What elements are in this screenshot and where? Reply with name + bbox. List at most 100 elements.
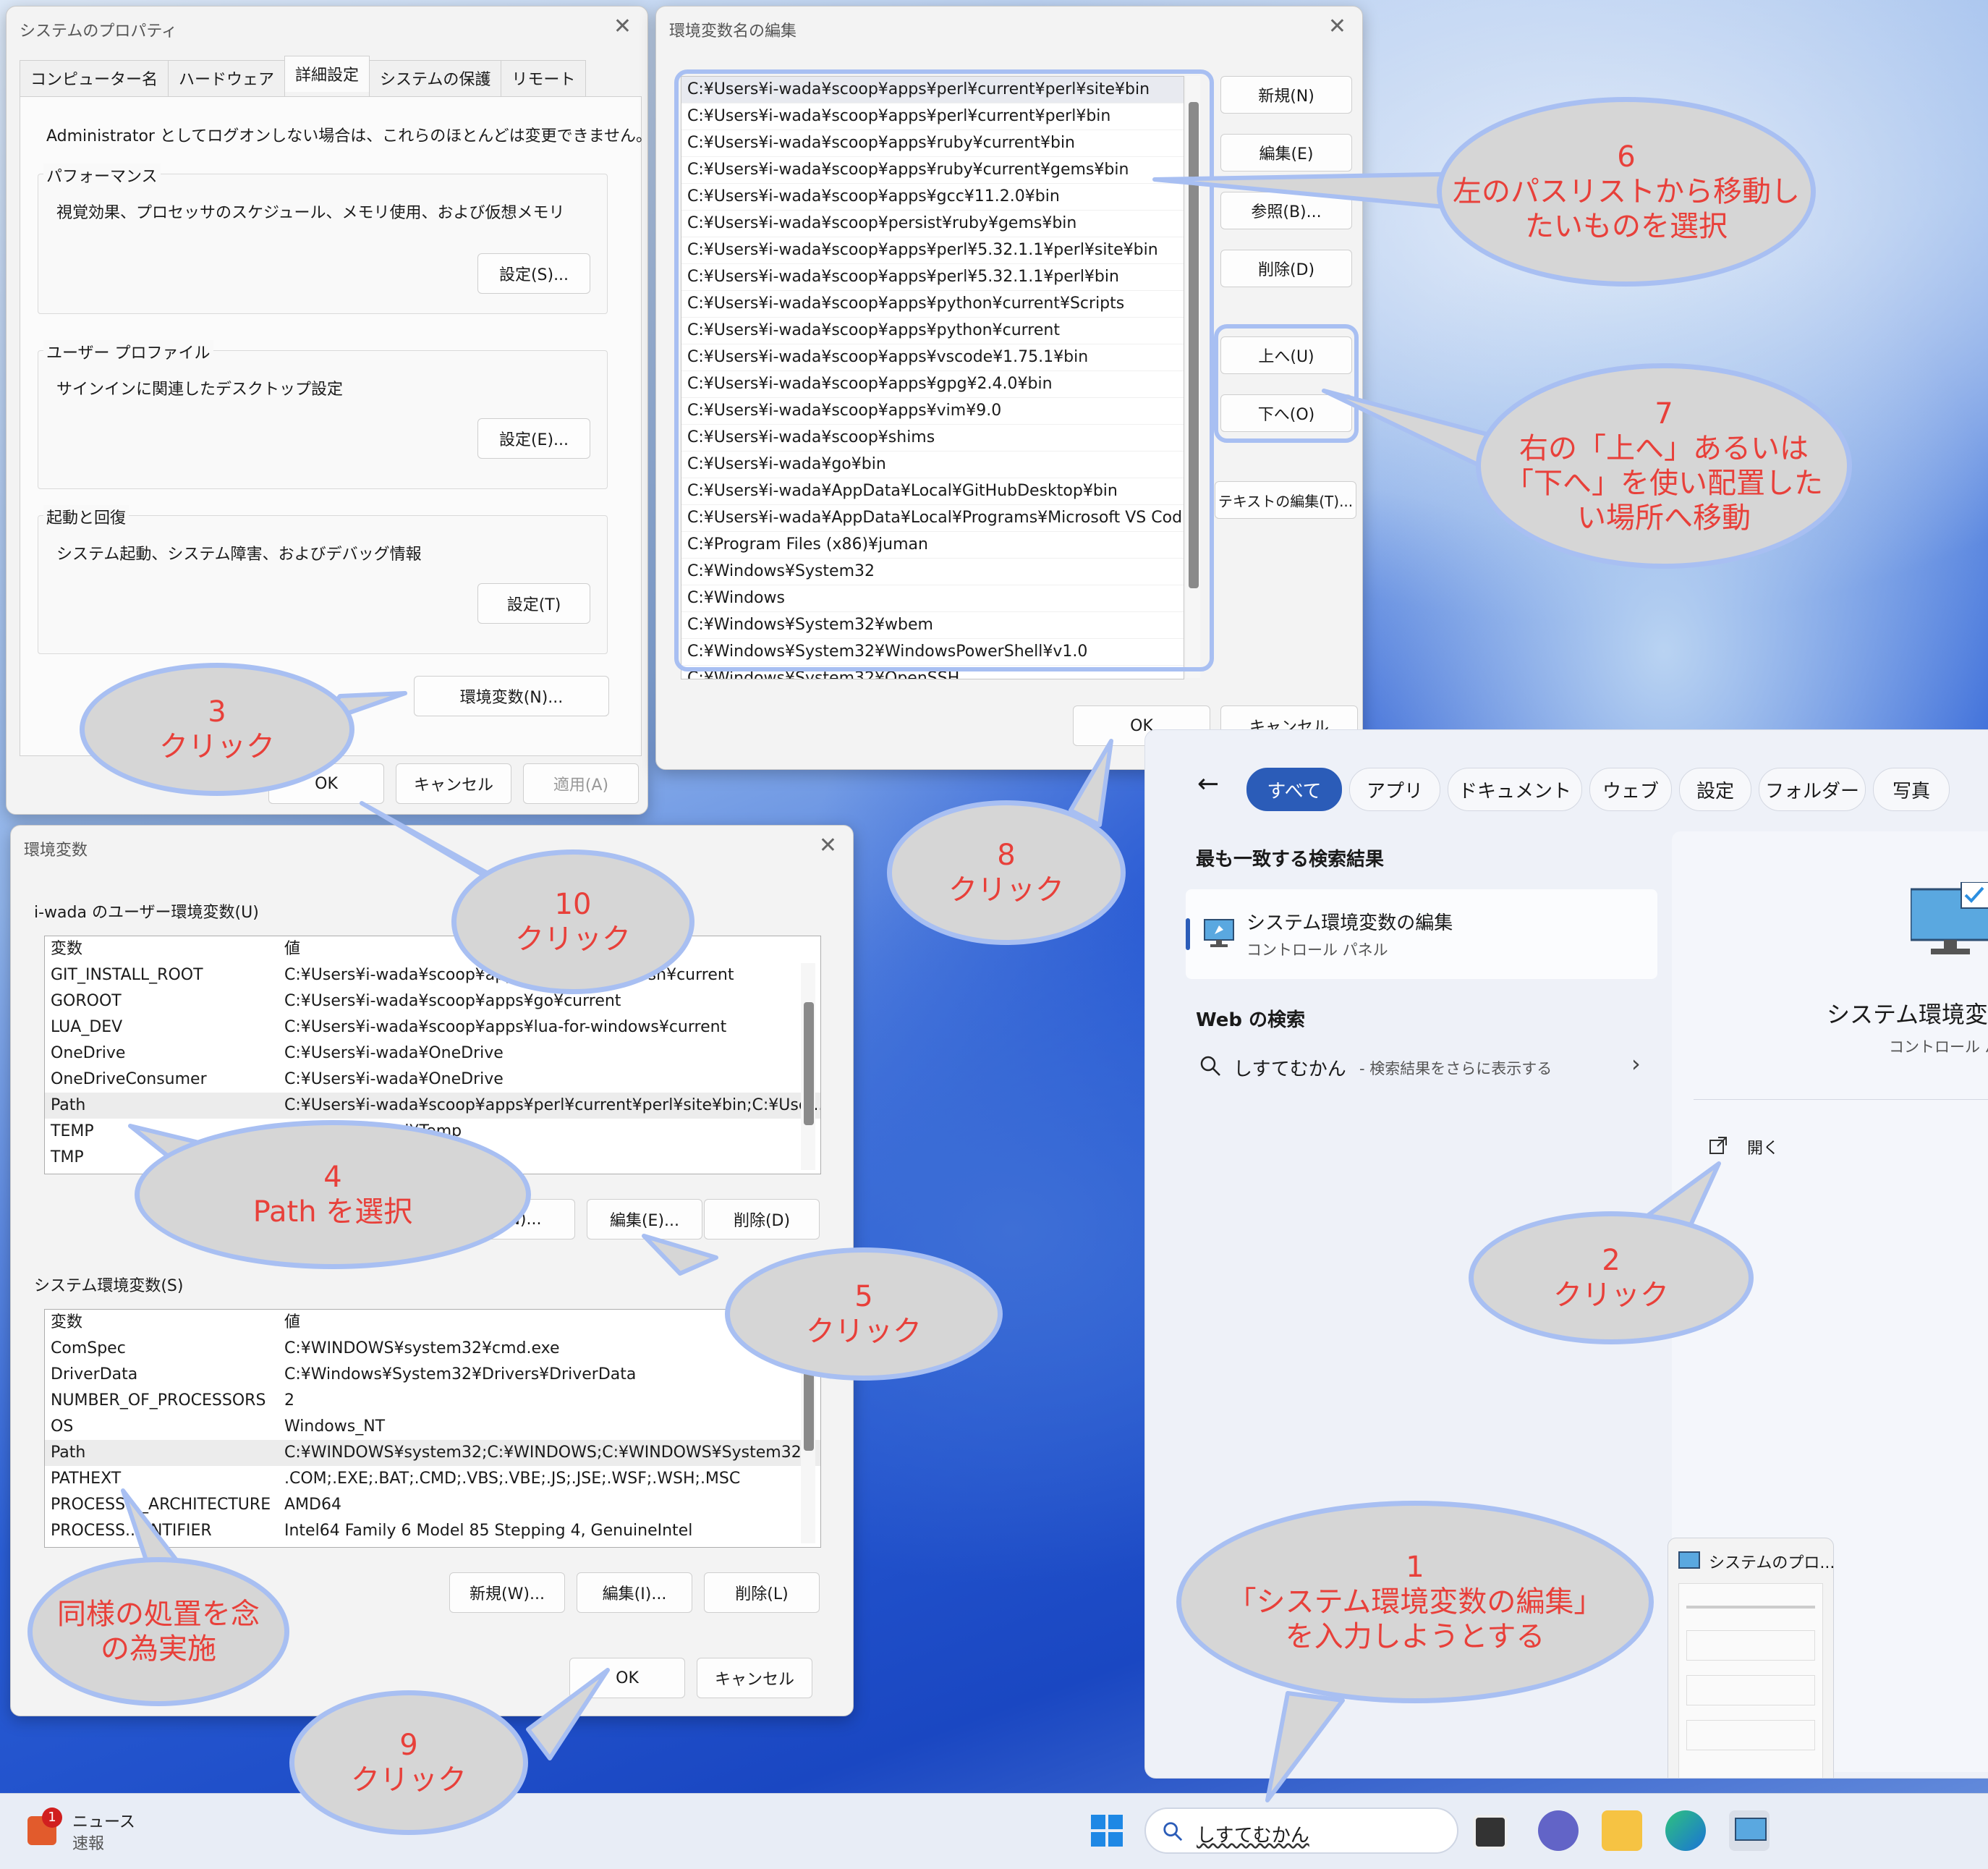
open-action[interactable]: 開く	[1708, 1128, 1925, 1164]
system-delete-button[interactable]: 削除(L)	[704, 1572, 820, 1613]
ok-button[interactable]: OK	[569, 1658, 685, 1698]
startup-recovery-label: 起動と回復	[43, 505, 129, 528]
preview-title: システムのプロ...	[1709, 1554, 1835, 1572]
annotation-text-line: クリック	[1553, 1279, 1669, 1312]
tab-hardware[interactable]: ハードウェア	[168, 60, 286, 96]
edit-text-button[interactable]: テキストの編集(T)...	[1215, 481, 1356, 519]
task-view-icon[interactable]	[1473, 1815, 1508, 1849]
tab-remote[interactable]: リモート	[501, 60, 587, 96]
table-row[interactable]: PROCESS..._ARCHITECTURE AMD64	[45, 1492, 820, 1518]
user-edit-button[interactable]: 編集(E)...	[587, 1199, 702, 1239]
annotation-same-for-system: 同様の処置を念 の為実施	[27, 1557, 289, 1706]
annotation-number: 3	[208, 695, 226, 729]
apply-button[interactable]: 適用(A)	[523, 763, 639, 804]
user-profile-desc: サインインに関連したデスクトップ設定	[56, 381, 344, 399]
new-button[interactable]: 新規(N)	[1220, 76, 1352, 114]
web-search-result[interactable]: しすてむかん - 検索結果をさらに表示する ›	[1186, 1040, 1657, 1090]
system-new-button[interactable]: 新規(W)...	[449, 1572, 565, 1613]
performance-desc: 視覚効果、プロセッサのスケジュール、メモリ使用、および仮想メモリ	[56, 204, 565, 222]
table-row[interactable]: Path C:¥WINDOWS¥system32;C:¥WINDOWS;C:¥WI…	[45, 1440, 820, 1466]
tab-system-protection[interactable]: システムの保護	[369, 60, 502, 96]
chip-folders[interactable]: フォルダー	[1759, 768, 1866, 811]
tab-bar: コンピューター名 ハードウェア 詳細設定 システムの保護 リモート	[20, 56, 587, 96]
column-variable: 変数	[51, 1313, 83, 1331]
user-profile-label: ユーザー プロファイル	[43, 340, 213, 363]
variable-value: C:¥Users¥i-wada¥OneDrive	[284, 1070, 504, 1088]
notification-badge: 1	[42, 1807, 62, 1828]
browse-button[interactable]: 参照(B)...	[1220, 192, 1352, 229]
environment-variables-button[interactable]: 環境変数(N)...	[414, 676, 609, 716]
annotation-9: 9 クリック	[289, 1690, 528, 1835]
annotation-text-line: い場所へ移動	[1577, 501, 1751, 535]
cancel-button[interactable]: キャンセル	[396, 763, 511, 804]
annotation-2: 2 クリック	[1469, 1211, 1754, 1344]
table-row[interactable]: ComSpec C:¥WINDOWS¥system32¥cmd.exe	[45, 1336, 820, 1362]
chip-settings[interactable]: 設定	[1679, 768, 1751, 811]
table-row[interactable]: GOROOT C:¥Users¥i-wada¥scoop¥apps¥go¥curr…	[45, 988, 820, 1014]
taskbar-search-text: しすてむかん	[1197, 1825, 1309, 1847]
preview-image	[1678, 1583, 1823, 1778]
web-search-query: しすてむかん	[1233, 1059, 1346, 1080]
variable-value: C:¥WINDOWS¥system32;C:¥WINDOWS;C:¥WINDOW…	[284, 1444, 817, 1462]
best-match-result[interactable]: システム環境変数の編集 コントロール パネル	[1186, 889, 1657, 979]
window-preview-thumbnail[interactable]: システムのプロ...	[1668, 1538, 1835, 1778]
taskbar-search-box[interactable]: しすてむかん	[1144, 1807, 1458, 1854]
annotation-5: 5 クリック	[725, 1247, 1003, 1381]
edit-button[interactable]: 編集(E)	[1220, 134, 1352, 171]
news-title: ニュース	[72, 1813, 135, 1831]
table-row[interactable]: OS Windows_NT	[45, 1414, 820, 1440]
chip-photos[interactable]: 写真	[1873, 768, 1950, 811]
table-row[interactable]: Path C:¥Users¥i-wada¥scoop¥apps¥perl¥curr…	[45, 1093, 820, 1119]
table-row[interactable]: OneDriveConsumer C:¥Users¥i-wada¥OneDrive	[45, 1067, 820, 1093]
annotation-text-line: 右の「上へ」あるいは	[1519, 432, 1809, 465]
best-match-label: 最も一致する検索結果	[1196, 849, 1385, 870]
back-arrow-icon[interactable]: ←	[1197, 769, 1219, 799]
news-widget[interactable]: 1 ニュース 速報	[25, 1807, 135, 1854]
variable-name: LUA_DEV	[51, 1018, 123, 1036]
variable-value: C:¥Users¥i-wada¥scoop¥apps¥lua-for-windo…	[284, 1018, 727, 1036]
file-explorer-icon[interactable]	[1602, 1810, 1642, 1851]
table-row[interactable]: LUA_DEV C:¥Users¥i-wada¥scoop¥apps¥lua-fo…	[45, 1014, 820, 1041]
table-row[interactable]: PATHEXT .COM;.EXE;.BAT;.CMD;.VBS;.VBE;.JS…	[45, 1466, 820, 1492]
annotation-number: 8	[997, 839, 1016, 872]
system-edit-button[interactable]: 編集(I)...	[577, 1572, 692, 1613]
table-row[interactable]: PROCESS...ENTIFIER Intel64 Family 6 Model…	[45, 1518, 820, 1544]
annotation-7: 7 右の「上へ」あるいは 「下へ」を使い配置した い場所へ移動	[1476, 363, 1852, 569]
tab-advanced[interactable]: 詳細設定	[284, 56, 370, 92]
variable-value: C:¥Users¥i-wada¥scoop¥apps¥perl¥current¥…	[284, 1096, 820, 1114]
table-row[interactable]: DriverData C:¥Windows¥System32¥Drivers¥Dr…	[45, 1362, 820, 1388]
chip-all[interactable]: すべて	[1246, 768, 1342, 811]
user-profile-settings-button[interactable]: 設定(E)...	[477, 418, 590, 459]
user-delete-button[interactable]: 削除(D)	[704, 1199, 820, 1239]
chip-apps[interactable]: アプリ	[1349, 768, 1440, 811]
close-icon[interactable]: ✕	[819, 833, 837, 858]
system-vars-table[interactable]: 変数 値 ComSpec C:¥WINDOWS¥system32¥cmd.exe D…	[44, 1309, 821, 1548]
chip-documents[interactable]: ドキュメント	[1448, 768, 1582, 811]
teams-chat-icon[interactable]	[1538, 1810, 1579, 1851]
cancel-button[interactable]: キャンセル	[697, 1658, 812, 1698]
user-vars-scroll-thumb[interactable]	[804, 1002, 814, 1125]
variable-value: C:¥Users¥i-wada¥OneDrive	[284, 1044, 504, 1062]
chip-web[interactable]: ウェブ	[1589, 768, 1672, 811]
variable-name: DriverData	[51, 1365, 138, 1383]
windows-start-icon[interactable]	[1089, 1813, 1124, 1848]
annotation-text-line: クリック	[806, 1315, 922, 1348]
delete-button[interactable]: 削除(D)	[1220, 250, 1352, 287]
close-icon[interactable]: ✕	[613, 14, 632, 39]
control-panel-icon[interactable]	[1729, 1810, 1770, 1851]
edge-browser-icon[interactable]	[1665, 1810, 1706, 1851]
tab-computer-name[interactable]: コンピューター名	[20, 60, 169, 96]
annotation-number: 10	[554, 888, 592, 921]
startup-recovery-settings-button[interactable]: 設定(T)	[477, 583, 590, 624]
performance-settings-button[interactable]: 設定(S)...	[477, 253, 590, 294]
annotation-number: 6	[1617, 140, 1636, 174]
variable-value: C:¥Windows¥System32¥Drivers¥DriverData	[284, 1365, 637, 1383]
user-vars-scrollbar[interactable]	[801, 963, 815, 1170]
variable-value: AMD64	[284, 1496, 341, 1514]
annotation-text-line: クリック	[159, 730, 275, 763]
close-icon[interactable]: ✕	[1328, 14, 1346, 39]
variable-name: OneDrive	[51, 1044, 126, 1062]
table-row[interactable]: NUMBER_OF_PROCESSORS 2	[45, 1388, 820, 1414]
table-row[interactable]: OneDrive C:¥Users¥i-wada¥OneDrive	[45, 1041, 820, 1067]
table-row[interactable]: GIT_INSTALL_ROOTC:¥Users¥i-wada¥scoop¥ap…	[45, 962, 820, 988]
